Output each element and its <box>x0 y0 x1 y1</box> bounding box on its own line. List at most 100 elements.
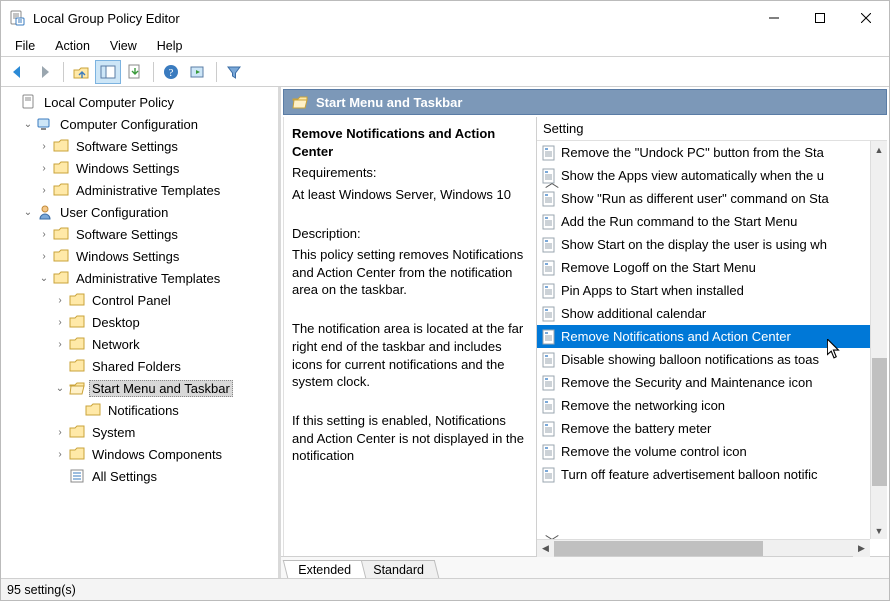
toolbar-back[interactable] <box>5 60 31 84</box>
chevron-right-icon[interactable]: › <box>53 337 67 351</box>
desc-p2: The notification area is located at the … <box>292 320 530 390</box>
setting-label: Remove Notifications and Action Center <box>561 329 791 344</box>
chevron-down-icon[interactable]: ⌄ <box>21 205 35 219</box>
setting-row[interactable]: Show the Apps view automatically when th… <box>537 164 887 187</box>
desc-p1: This policy setting removes Notification… <box>292 246 530 299</box>
setting-row[interactable]: Pin Apps to Start when installed <box>537 279 887 302</box>
tab-extended[interactable]: Extended <box>283 560 366 578</box>
chevron-right-icon[interactable]: › <box>53 425 67 439</box>
scroll-down-button[interactable]: ▼ <box>871 522 888 539</box>
desc-p3: If this setting is enabled, Notification… <box>292 412 530 465</box>
scroll-thumb[interactable] <box>872 358 887 485</box>
tree-user-config[interactable]: ⌄ User Configuration <box>21 201 276 223</box>
status-text: 95 setting(s) <box>7 583 76 597</box>
main-split: ▼ Local Computer Policy ⌄ Computer Confi… <box>1 87 889 578</box>
desc-req-value: At least Windows Server, Windows 10 <box>292 186 530 204</box>
desc-label: Description: <box>292 225 530 243</box>
setting-label: Remove Logoff on the Start Menu <box>561 260 756 275</box>
column-header-setting[interactable]: Setting <box>537 117 887 141</box>
content-header-title: Start Menu and Taskbar <box>316 95 462 110</box>
policy-setting-icon <box>541 467 557 483</box>
policy-setting-icon <box>541 237 557 253</box>
setting-row[interactable]: Remove the networking icon <box>537 394 887 417</box>
tree-start-menu-taskbar[interactable]: ⌄Start Menu and Taskbar <box>53 377 276 399</box>
tree-cc-software[interactable]: ›Software Settings <box>37 135 276 157</box>
setting-row[interactable]: Remove Logoff on the Start Menu <box>537 256 887 279</box>
menu-action[interactable]: Action <box>45 37 100 55</box>
tree-network[interactable]: ›Network <box>53 333 276 355</box>
toolbar-help[interactable]: ? <box>158 60 184 84</box>
setting-row[interactable]: Show "Run as different user" command on … <box>537 187 887 210</box>
chevron-right-icon[interactable]: › <box>53 293 67 307</box>
chevron-right-icon[interactable]: › <box>37 227 51 241</box>
tree-cc-windows[interactable]: ›Windows Settings <box>37 157 276 179</box>
settings-list-pane: Setting Remove the "Undock PC" button fr… <box>537 117 887 556</box>
toolbar-filter[interactable] <box>221 60 247 84</box>
tree-control-panel[interactable]: ›Control Panel <box>53 289 276 311</box>
menu-view[interactable]: View <box>100 37 147 55</box>
setting-row[interactable]: Remove the volume control icon <box>537 440 887 463</box>
setting-row[interactable]: Turn off feature advertisement balloon n… <box>537 463 887 486</box>
chevron-right-icon[interactable]: › <box>37 183 51 197</box>
tree-computer-config[interactable]: ⌄ Computer Configuration <box>21 113 276 135</box>
minimize-button[interactable] <box>751 1 797 35</box>
toolbar-sep-2 <box>153 62 154 82</box>
scroll-right-button[interactable]: ▶ <box>853 540 870 557</box>
tree-cc-admin[interactable]: ›Administrative Templates <box>37 179 276 201</box>
tree-uc-admin[interactable]: ⌄Administrative Templates <box>37 267 276 289</box>
tree-uc-windows[interactable]: ›Windows Settings <box>37 245 276 267</box>
tree-root[interactable]: ▼ Local Computer Policy <box>5 91 276 113</box>
setting-row[interactable]: Disable showing balloon notifications as… <box>537 348 887 371</box>
statusbar: 95 setting(s) <box>1 578 889 600</box>
tree-pane[interactable]: ▼ Local Computer Policy ⌄ Computer Confi… <box>1 87 281 578</box>
toolbar-run[interactable] <box>185 60 211 84</box>
policy-root-icon <box>21 94 37 110</box>
menu-file[interactable]: File <box>5 37 45 55</box>
setting-row[interactable]: Remove Notifications and Action Center <box>537 325 887 348</box>
policy-setting-icon <box>541 191 557 207</box>
tree-desktop[interactable]: ›Desktop <box>53 311 276 333</box>
setting-label: Remove the networking icon <box>561 398 725 413</box>
tree-all-settings[interactable]: ›All Settings <box>53 465 276 487</box>
setting-row[interactable]: Show additional calendar <box>537 302 887 325</box>
close-button[interactable] <box>843 1 889 35</box>
scroll-left-button[interactable]: ◀ <box>537 540 554 557</box>
chevron-right-icon[interactable]: › <box>53 315 67 329</box>
folder-icon <box>53 138 69 154</box>
settings-list-scroll[interactable]: Remove the "Undock PC" button from the S… <box>537 141 887 539</box>
setting-row[interactable]: Show Start on the display the user is us… <box>537 233 887 256</box>
setting-row[interactable]: Remove the Security and Maintenance icon <box>537 371 887 394</box>
toolbar-up[interactable] <box>68 60 94 84</box>
chevron-right-icon[interactable]: › <box>37 139 51 153</box>
policy-setting-icon <box>541 306 557 322</box>
policy-setting-icon <box>541 260 557 276</box>
tree-windows-components[interactable]: ›Windows Components <box>53 443 276 465</box>
setting-row[interactable]: Remove the battery meter <box>537 417 887 440</box>
toolbar-export[interactable] <box>122 60 148 84</box>
tree-system[interactable]: ›System <box>53 421 276 443</box>
maximize-button[interactable] <box>797 1 843 35</box>
setting-row[interactable]: Remove the "Undock PC" button from the S… <box>537 141 887 164</box>
horizontal-scrollbar[interactable]: ◀ ▶ <box>537 539 870 556</box>
chevron-down-icon[interactable]: ⌄ <box>53 381 67 395</box>
chevron-right-icon[interactable]: › <box>37 249 51 263</box>
chevron-right-icon[interactable]: › <box>53 447 67 461</box>
tree-shared-folders[interactable]: ›Shared Folders <box>53 355 276 377</box>
toolbar-show-hide-tree[interactable] <box>95 60 121 84</box>
tree-uc-software[interactable]: ›Software Settings <box>37 223 276 245</box>
toolbar-forward[interactable] <box>32 60 58 84</box>
chevron-down-icon[interactable]: ⌄ <box>21 117 35 131</box>
chevron-right-icon[interactable]: › <box>37 161 51 175</box>
svg-text:?: ? <box>169 67 174 79</box>
menu-help[interactable]: Help <box>147 37 193 55</box>
chevron-down-icon[interactable]: ⌄ <box>37 271 51 285</box>
vertical-scrollbar[interactable]: ▲ ▼ <box>870 141 887 539</box>
tree-notifications[interactable]: ›Notifications <box>69 399 276 421</box>
setting-row[interactable]: Add the Run command to the Start Menu <box>537 210 887 233</box>
hscroll-thumb[interactable] <box>554 541 763 556</box>
tab-standard[interactable]: Standard <box>358 560 439 578</box>
folder-icon <box>53 248 69 264</box>
setting-label: Remove the "Undock PC" button from the S… <box>561 145 824 160</box>
scroll-up-button[interactable]: ▲ <box>871 141 888 158</box>
computer-icon <box>37 116 53 132</box>
